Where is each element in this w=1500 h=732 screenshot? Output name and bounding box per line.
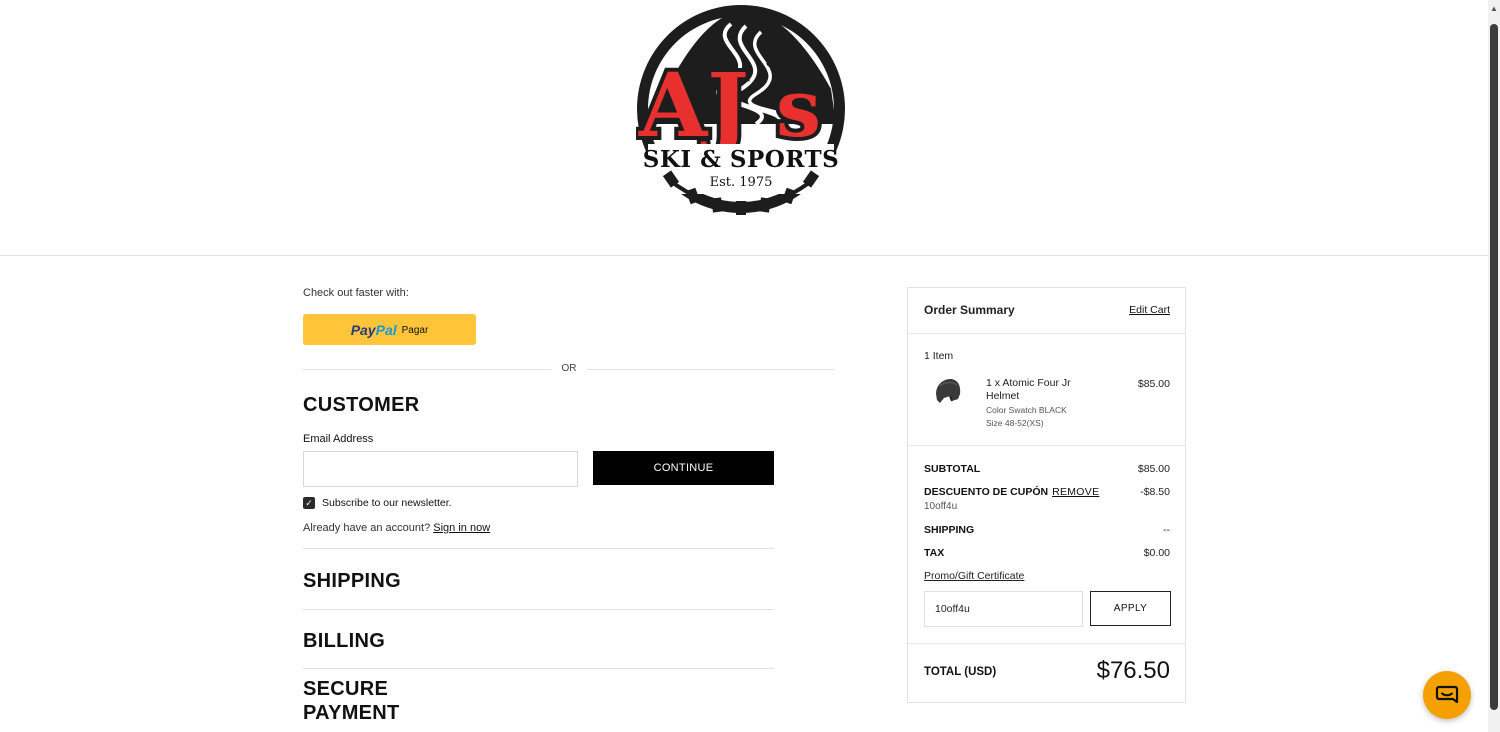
billing-section-title: BILLING: [303, 630, 386, 652]
account-question-text: Already have an account?: [303, 522, 431, 534]
svg-text:s: s: [776, 61, 821, 155]
helmet-image: [932, 376, 964, 408]
logo-text: SKI & SPORTS: [642, 146, 840, 173]
sign-in-prompt: Already have an account? Sign in now: [303, 522, 490, 534]
remove-coupon-link[interactable]: REMOVE: [1052, 486, 1099, 498]
summary-divider: [908, 333, 1185, 334]
or-divider-left: [303, 369, 551, 370]
section-divider: [303, 668, 774, 669]
customer-section-title: CUSTOMER: [303, 394, 420, 416]
newsletter-checkbox[interactable]: ✓: [303, 497, 315, 509]
subtotal-value: $85.00: [1137, 463, 1170, 475]
promo-code-input[interactable]: [924, 591, 1083, 627]
paypal-logo: PayPal: [350, 321, 397, 338]
payment-section-title: SECURE PAYMENT: [303, 678, 400, 724]
paypal-button[interactable]: PayPal Pagar: [303, 314, 476, 345]
tax-label: TAX: [924, 547, 945, 559]
or-divider-right: [587, 369, 834, 370]
item-name: 1 x Atomic Four Jr Helmet: [986, 377, 1071, 402]
or-divider-text: OR: [561, 363, 577, 374]
scroll-up-arrow-icon[interactable]: ▲: [1490, 2, 1498, 16]
coupon-value: -$8.50: [1140, 486, 1170, 498]
summary-divider: [908, 643, 1185, 644]
total-value: $76.50: [1096, 657, 1170, 684]
shipping-value: --: [1163, 524, 1170, 536]
apply-button[interactable]: APPLY: [1090, 591, 1171, 626]
svg-text:’: ’: [764, 46, 779, 97]
chat-widget-button[interactable]: [1423, 671, 1471, 719]
subtotal-label: SUBTOTAL: [924, 463, 981, 475]
item-count: 1 Item: [924, 350, 954, 362]
item-price: $85.00: [1137, 378, 1170, 390]
order-summary: Order Summary Edit Cart 1 Item 1 x Atomi…: [907, 287, 1186, 703]
paypal-action-label: Pagar: [401, 325, 429, 336]
store-logo[interactable]: AJ AJ s s ’ SKI & SPORTS Est. 1975: [634, 4, 846, 224]
newsletter-label[interactable]: Subscribe to our newsletter.: [322, 497, 452, 509]
item-color-option: Color Swatch BLACK: [986, 405, 1067, 415]
checkmark-icon: ✓: [305, 498, 313, 508]
continue-button[interactable]: CONTINUE: [593, 451, 774, 485]
order-summary-title: Order Summary: [924, 303, 1015, 317]
tax-value: $0.00: [1143, 547, 1170, 559]
express-checkout-label: Check out faster with:: [303, 287, 409, 299]
section-divider: [303, 609, 774, 610]
email-field[interactable]: [303, 451, 578, 487]
chat-bubble-icon: [1435, 685, 1459, 704]
svg-text:AJ: AJ: [638, 53, 749, 157]
item-size-option: Size 48-52(XS): [986, 418, 1044, 428]
shipping-section-title: SHIPPING: [303, 570, 401, 592]
logo-established: Est. 1975: [709, 175, 773, 190]
page-scrollbar[interactable]: ▲: [1488, 0, 1500, 732]
promo-gift-link[interactable]: Promo/Gift Certificate: [924, 570, 1024, 582]
site-header: AJ AJ s s ’ SKI & SPORTS Est. 1975: [0, 0, 1488, 256]
coupon-code: 10off4u: [924, 501, 958, 512]
sign-in-link[interactable]: Sign in now: [433, 522, 490, 534]
section-divider: [303, 548, 774, 549]
logo-mark-graphic: AJ AJ s s ’: [634, 5, 845, 215]
email-label: Email Address: [303, 433, 374, 445]
edit-cart-link[interactable]: Edit Cart: [1129, 304, 1170, 316]
total-label: TOTAL (USD): [924, 666, 997, 678]
scrollbar-thumb[interactable]: [1490, 24, 1498, 710]
shipping-label: SHIPPING: [924, 524, 975, 536]
summary-divider: [908, 445, 1185, 446]
coupon-label: DESCUENTO DE CUPÓN REMOVE: [924, 486, 1100, 498]
